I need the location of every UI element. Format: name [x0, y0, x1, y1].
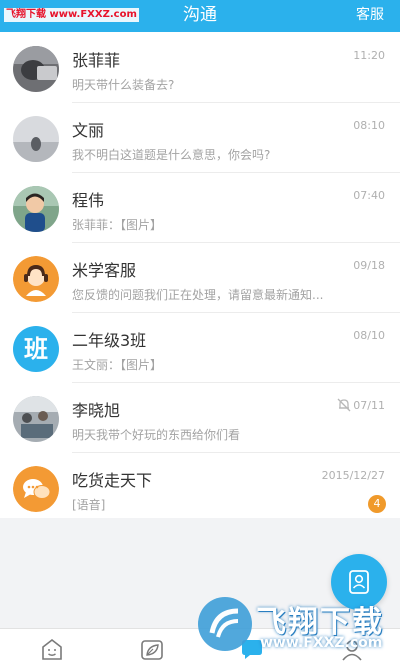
photo-landscape-icon — [13, 116, 59, 162]
watermark-logo: 飞翔下载 www.FXXZ.com — [196, 593, 396, 661]
contact-name: 吃货走天下 — [72, 471, 153, 490]
conversation-row[interactable]: 吃货走天下 [语音] 2015/12/27 4 — [0, 452, 400, 522]
message-time: 08/10 — [353, 329, 385, 342]
support-agent-icon — [13, 256, 59, 302]
contact-name: 张菲菲 — [72, 51, 121, 70]
last-message: 张菲菲：【图片】 — [72, 218, 163, 232]
divider — [72, 172, 400, 173]
contact-name: 二年级3班 — [72, 331, 147, 350]
last-message: 我不明白这道题是什么意思，你会吗? — [72, 148, 271, 162]
top-bar: 沟通 客服 飞翔下载 www.FXXZ.com — [0, 0, 400, 32]
divider — [72, 452, 400, 453]
conversation-row[interactable]: 文丽 我不明白这道题是什么意思，你会吗? 08:10 — [0, 102, 400, 172]
divider — [72, 242, 400, 243]
message-time: 09/18 — [353, 259, 385, 272]
message-time: 07:40 — [353, 189, 385, 202]
watermark-text: 飞翔下载 www.FXXZ.com — [4, 8, 139, 22]
watermark-logo-url: www.FXXZ.com — [260, 635, 383, 651]
message-time: 07/11 — [353, 399, 385, 412]
watermark-logo-icon — [198, 597, 252, 651]
photo-person-icon — [13, 46, 59, 92]
last-message: 明天我带个好玩的东西给你们看 — [72, 428, 241, 442]
contact-name: 李晓旭 — [72, 401, 121, 420]
conversation-row[interactable]: 张菲菲 明天带什么装备去? 11:20 — [0, 32, 400, 102]
divider — [72, 382, 400, 383]
last-message: 明天带什么装备去? — [72, 78, 175, 92]
avatar-label: 班 — [24, 335, 48, 363]
chat-group-icon — [13, 466, 59, 512]
photo-child-icon — [13, 186, 59, 232]
contact-name: 文丽 — [72, 121, 105, 140]
tab-discover[interactable] — [138, 635, 166, 663]
message-time: 2015/12/27 — [321, 469, 385, 482]
contact-name: 程伟 — [72, 191, 105, 210]
last-message: [语音] — [72, 498, 106, 512]
conversation-row[interactable]: 李晓旭 明天我带个好玩的东西给你们看 07/11 — [0, 382, 400, 452]
conversation-row[interactable]: 班 二年级3班 王文丽：【图片】 08/10 — [0, 312, 400, 382]
last-message: 王文丽：【图片】 — [72, 358, 163, 372]
unread-badge: 4 — [368, 495, 386, 513]
contact-name: 米学客服 — [72, 261, 137, 280]
message-time: 11:20 — [353, 49, 385, 62]
smiley-icon — [38, 638, 66, 667]
mute-bell-icon — [336, 397, 352, 413]
conversation-list: 张菲菲 明天带什么装备去? 11:20 文丽 我不明白这道题是什么意思，你会吗?… — [0, 32, 400, 518]
conversation-row[interactable]: 米学客服 您反馈的问题我们正在处理，请留意最新通知... 09/18 — [0, 242, 400, 312]
photo-group-icon — [13, 396, 59, 442]
divider — [72, 102, 400, 103]
customer-service-button[interactable]: 客服 — [356, 0, 384, 30]
leaf-card-icon — [138, 640, 166, 667]
tab-home[interactable] — [38, 635, 66, 663]
class-group-icon: 班 — [13, 326, 59, 372]
message-time: 08:10 — [353, 119, 385, 132]
conversation-row[interactable]: 程伟 张菲菲：【图片】 07:40 — [0, 172, 400, 242]
divider — [72, 312, 400, 313]
last-message: 您反馈的问题我们正在处理，请留意最新通知... — [72, 288, 324, 302]
